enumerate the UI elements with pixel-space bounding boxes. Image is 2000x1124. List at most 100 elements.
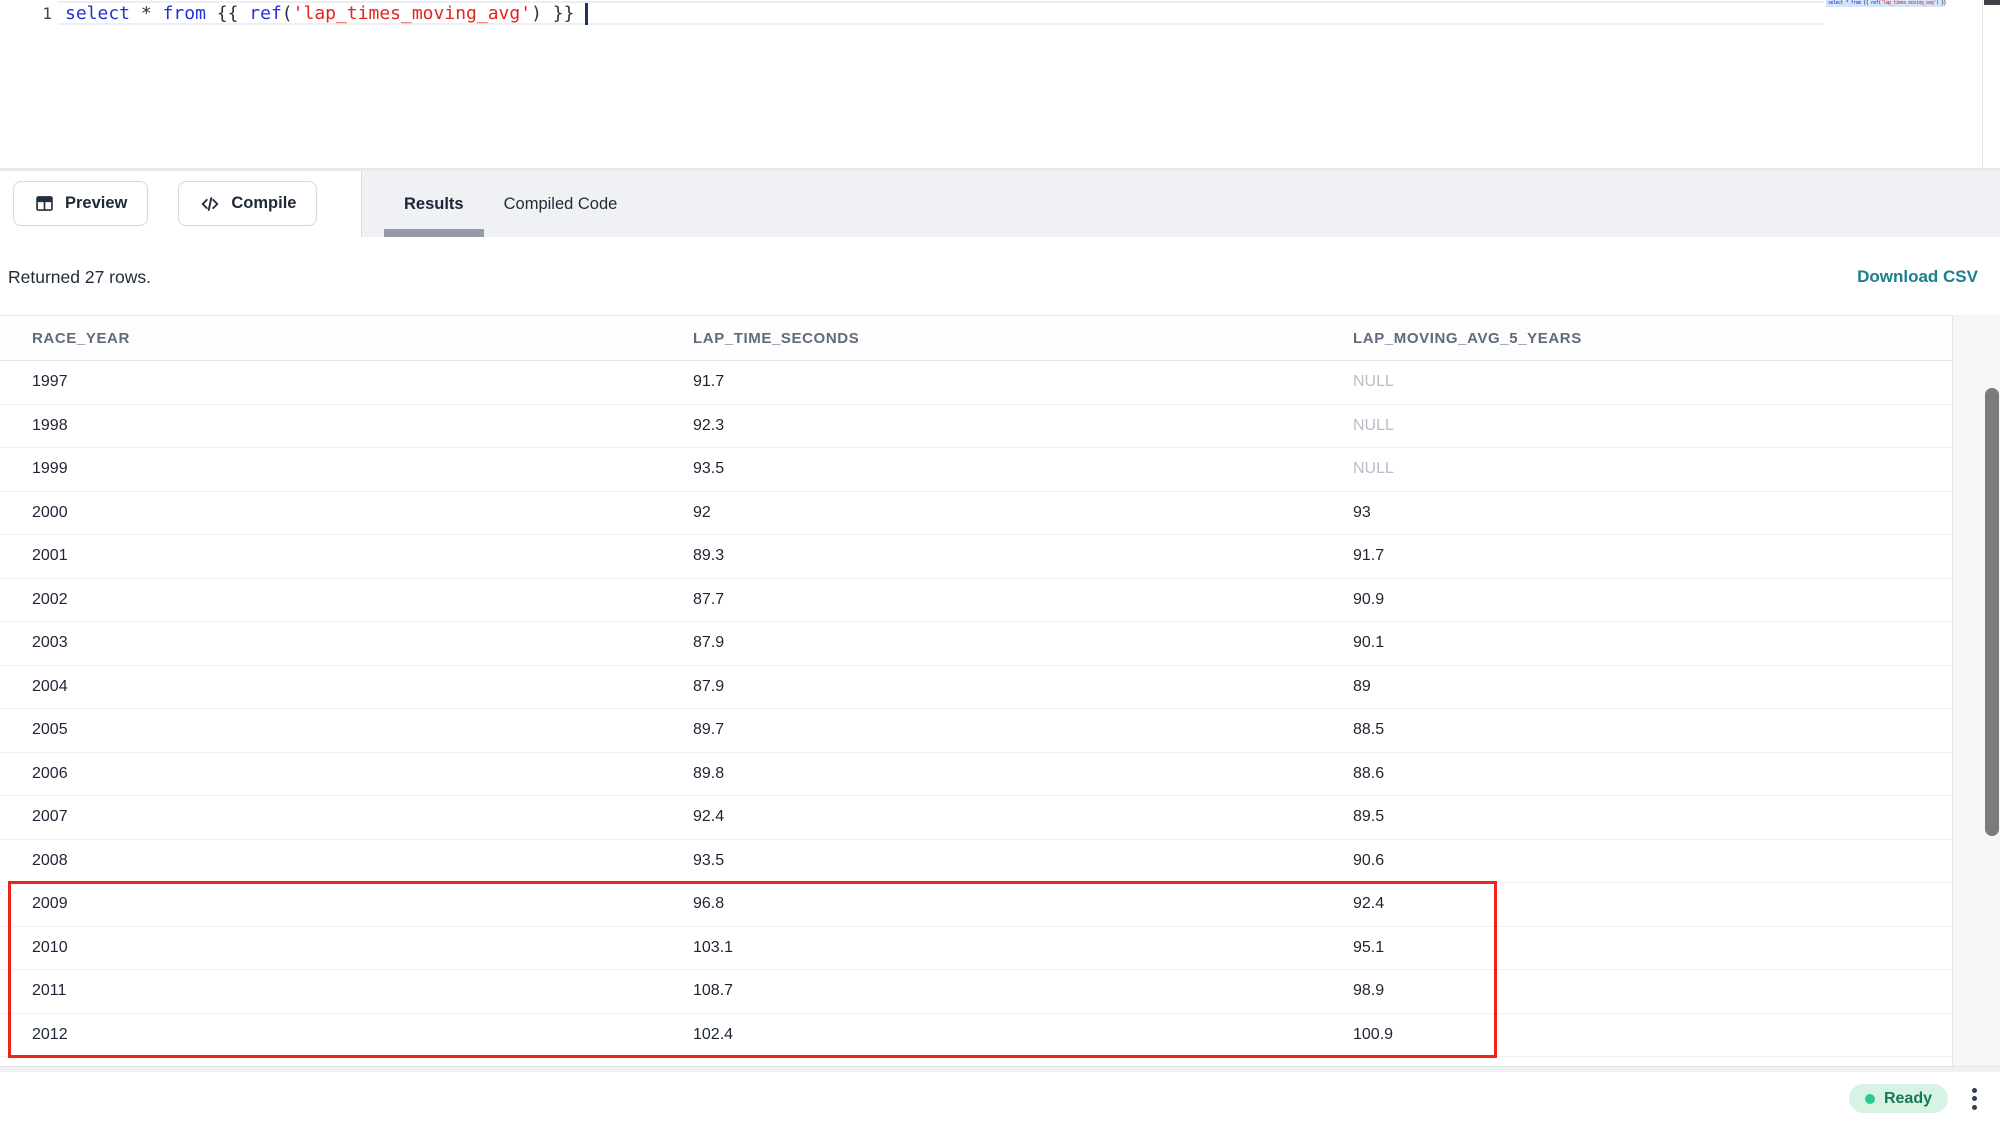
- table-row: 200689.888.6: [0, 753, 1952, 797]
- table-cell: 1997: [32, 373, 693, 391]
- table-cell: 2010: [32, 939, 693, 957]
- table-cell: 2008: [32, 852, 693, 870]
- table-row: 200589.788.5: [0, 709, 1952, 753]
- results-scrollbar-thumb[interactable]: [1985, 388, 1999, 836]
- table-cell: 2007: [32, 808, 693, 826]
- table-row: 200996.892.4: [0, 883, 1952, 927]
- status-bar: Ready: [0, 1072, 2000, 1124]
- table-cell: 92.4: [693, 808, 1353, 826]
- table-row: 199791.7NULL: [0, 361, 1952, 405]
- table-cell: 92.3: [693, 417, 1353, 435]
- text-cursor: [585, 3, 588, 25]
- results-meta-row: Returned 27 rows. Download CSV: [0, 237, 2000, 315]
- preview-button-label: Preview: [65, 194, 127, 213]
- table-row: 200487.989: [0, 666, 1952, 710]
- table-row: 200893.590.6: [0, 840, 1952, 884]
- table-cell: 2012: [32, 1026, 693, 1044]
- table-cell: 93: [1353, 504, 1952, 522]
- editor-scrollbar-thumb[interactable]: [1984, 0, 2000, 5]
- column-header-race-year: RACE_YEAR: [32, 330, 693, 347]
- sql-code-text: select * from {{ ref('lap_times_moving_a…: [65, 2, 574, 26]
- table-cell: 2005: [32, 721, 693, 739]
- table-grid-icon: [34, 193, 55, 214]
- table-cell: NULL: [1353, 460, 1952, 478]
- toolbar-buttons: Preview Compile: [13, 181, 317, 226]
- table-cell: 90.6: [1353, 852, 1952, 870]
- table-cell: 87.9: [693, 634, 1353, 652]
- results-table-body: 199791.7NULL199892.3NULL199993.5NULL2000…: [0, 361, 1952, 1057]
- table-cell: 88.6: [1353, 765, 1952, 783]
- tab-compiled-code-label: Compiled Code: [504, 195, 618, 214]
- table-cell: 90.1: [1353, 634, 1952, 652]
- preview-button[interactable]: Preview: [13, 181, 148, 226]
- table-cell: 93.5: [693, 852, 1353, 870]
- table-cell: 89.7: [693, 721, 1353, 739]
- table-cell: 90.9: [1353, 591, 1952, 609]
- table-cell: 98.9: [1353, 982, 1952, 1000]
- table-row: 200387.990.1: [0, 622, 1952, 666]
- download-csv-link[interactable]: Download CSV: [1857, 267, 1978, 287]
- column-header-lap-moving-avg: LAP_MOVING_AVG_5_YEARS: [1353, 330, 1952, 347]
- table-cell: 2006: [32, 765, 693, 783]
- table-cell: 2000: [32, 504, 693, 522]
- table-cell: 2003: [32, 634, 693, 652]
- table-cell: 2001: [32, 547, 693, 565]
- results-table: RACE_YEAR LAP_TIME_SECONDS LAP_MOVING_AV…: [0, 315, 1952, 1057]
- tab-results-label: Results: [404, 195, 464, 214]
- active-tab-underline: [384, 229, 484, 237]
- table-cell: 87.9: [693, 678, 1353, 696]
- table-cell: 100.9: [1353, 1026, 1952, 1044]
- table-cell: 2009: [32, 895, 693, 913]
- kebab-menu-icon: [1972, 1088, 1977, 1093]
- table-cell: 102.4: [693, 1026, 1353, 1044]
- editor-scrollbar-track: [1982, 0, 1983, 168]
- code-brackets-icon: [199, 193, 221, 215]
- tab-compiled-code[interactable]: Compiled Code: [484, 171, 638, 237]
- column-header-lap-time-seconds: LAP_TIME_SECONDS: [693, 330, 1353, 347]
- table-row: 200189.391.7: [0, 535, 1952, 579]
- results-toolbar: Preview Compile Results Compile: [0, 171, 2000, 237]
- table-cell: 91.7: [693, 373, 1353, 391]
- line-number: 1: [30, 3, 52, 25]
- compile-button[interactable]: Compile: [178, 181, 317, 226]
- sql-code-line[interactable]: select * from {{ ref('lap_times_moving_a…: [65, 2, 588, 26]
- table-row: 20009293: [0, 492, 1952, 536]
- dbt-ide-window: 1 select * from {{ ref('lap_times_moving…: [0, 0, 2000, 1124]
- table-cell: 87.7: [693, 591, 1353, 609]
- minimap[interactable]: select * from {{ ref('lap_times_moving_a…: [1826, 0, 1982, 168]
- table-row: 199993.5NULL: [0, 448, 1952, 492]
- table-row: 200792.489.5: [0, 796, 1952, 840]
- table-cell: 1999: [32, 460, 693, 478]
- table-cell: 89.3: [693, 547, 1353, 565]
- row-count-summary: Returned 27 rows.: [8, 267, 151, 288]
- results-scrollbar-track[interactable]: [1952, 315, 2000, 1066]
- table-cell: 108.7: [693, 982, 1353, 1000]
- minimap-code-line: select * from {{ ref('lap_times_moving_a…: [1828, 1, 1946, 6]
- status-badge: Ready: [1849, 1084, 1948, 1113]
- table-row: 199892.3NULL: [0, 405, 1952, 449]
- code-editor-pane[interactable]: 1 select * from {{ ref('lap_times_moving…: [0, 0, 2000, 168]
- table-cell: 2002: [32, 591, 693, 609]
- compile-button-label: Compile: [231, 194, 296, 213]
- table-cell: 2011: [32, 982, 693, 1000]
- green-dot-icon: [1865, 1094, 1875, 1104]
- table-cell: 89.8: [693, 765, 1353, 783]
- overflow-menu-button[interactable]: [1966, 1084, 1982, 1113]
- table-cell: 92: [693, 504, 1353, 522]
- table-cell: 103.1: [693, 939, 1353, 957]
- table-cell: 88.5: [1353, 721, 1952, 739]
- table-cell: 93.5: [693, 460, 1353, 478]
- table-row: 2011108.798.9: [0, 970, 1952, 1014]
- table-cell: 89.5: [1353, 808, 1952, 826]
- status-badge-label: Ready: [1884, 1090, 1932, 1108]
- results-tabbar: Results Compiled Code: [362, 171, 2000, 237]
- table-row: 2012102.4100.9: [0, 1014, 1952, 1058]
- table-cell: 92.4: [1353, 895, 1952, 913]
- table-cell: NULL: [1353, 417, 1952, 435]
- results-table-header: RACE_YEAR LAP_TIME_SECONDS LAP_MOVING_AV…: [0, 316, 1952, 361]
- table-row: 200287.790.9: [0, 579, 1952, 623]
- tab-results[interactable]: Results: [384, 171, 484, 237]
- table-row: 2010103.195.1: [0, 927, 1952, 971]
- table-cell: 95.1: [1353, 939, 1952, 957]
- table-cell: NULL: [1353, 373, 1952, 391]
